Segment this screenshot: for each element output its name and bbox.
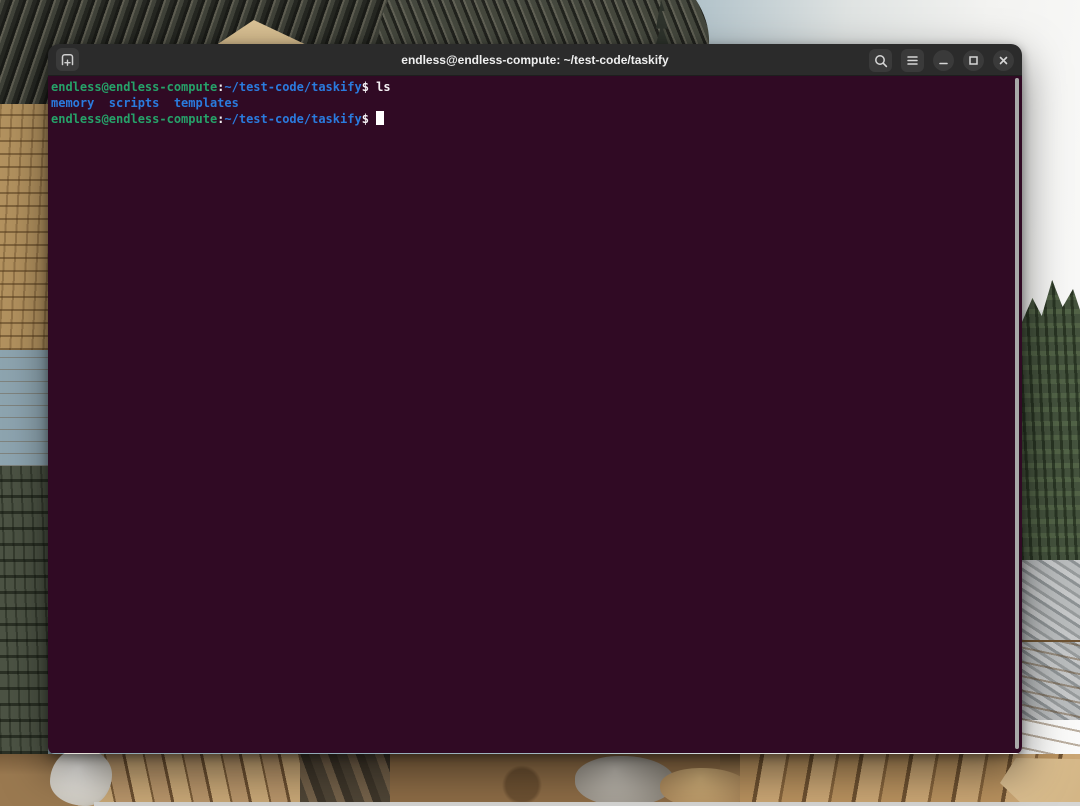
wallpaper-tan-stones: [660, 768, 750, 806]
prompt-user-host: endless@endless-compute: [51, 112, 217, 126]
wallpaper-bottom-lumber: [0, 754, 1080, 806]
terminal-window: endless@endless-compute: ~/test-code/tas…: [48, 44, 1022, 754]
prompt-path: ~/test-code/taskify: [224, 80, 361, 94]
command-text: ls: [376, 80, 390, 94]
wallpaper-left-structure: [0, 104, 48, 806]
wallpaper-bottom-edge-strip: [94, 802, 1080, 806]
terminal-scrollbar[interactable]: [1015, 78, 1019, 749]
wallpaper-dark-boards: [300, 754, 390, 806]
maximize-icon: [967, 54, 980, 67]
terminal-cursor: [376, 111, 384, 125]
terminal-titlebar[interactable]: endless@endless-compute: ~/test-code/tas…: [48, 44, 1022, 76]
terminal-line-prompt-ls: endless@endless-compute:~/test-code/task…: [51, 80, 1022, 96]
search-button[interactable]: [869, 49, 892, 72]
hamburger-menu-icon: [905, 53, 920, 68]
prompt-dollar: $: [362, 80, 376, 94]
terminal-line-prompt-current: endless@endless-compute:~/test-code/task…: [51, 111, 1022, 128]
ls-directories: memory scripts templates: [51, 96, 239, 110]
wallpaper-dark-shingles: [0, 466, 48, 754]
prompt-dollar: $: [362, 112, 376, 126]
close-icon: [997, 54, 1010, 67]
search-icon: [873, 53, 889, 69]
wallpaper-tan-shingles: [0, 104, 48, 350]
wallpaper-right-landscape: [1022, 240, 1080, 806]
terminal-line-ls-output: memory scripts templates: [51, 96, 1022, 112]
maximize-button[interactable]: [963, 50, 984, 71]
minimize-icon: [937, 54, 950, 67]
close-button[interactable]: [993, 50, 1014, 71]
wallpaper-forest: [1022, 280, 1080, 580]
prompt-path: ~/test-code/taskify: [224, 112, 361, 126]
new-tab-button[interactable]: [56, 48, 79, 71]
terminal-content[interactable]: endless@endless-compute:~/test-code/task…: [48, 76, 1022, 753]
minimize-button[interactable]: [933, 50, 954, 71]
new-tab-icon: [59, 51, 76, 68]
prompt-user-host: endless@endless-compute: [51, 80, 217, 94]
wallpaper-white-object: [50, 748, 112, 806]
menu-button[interactable]: [901, 49, 924, 72]
wallpaper-wood-beam: [0, 350, 48, 466]
